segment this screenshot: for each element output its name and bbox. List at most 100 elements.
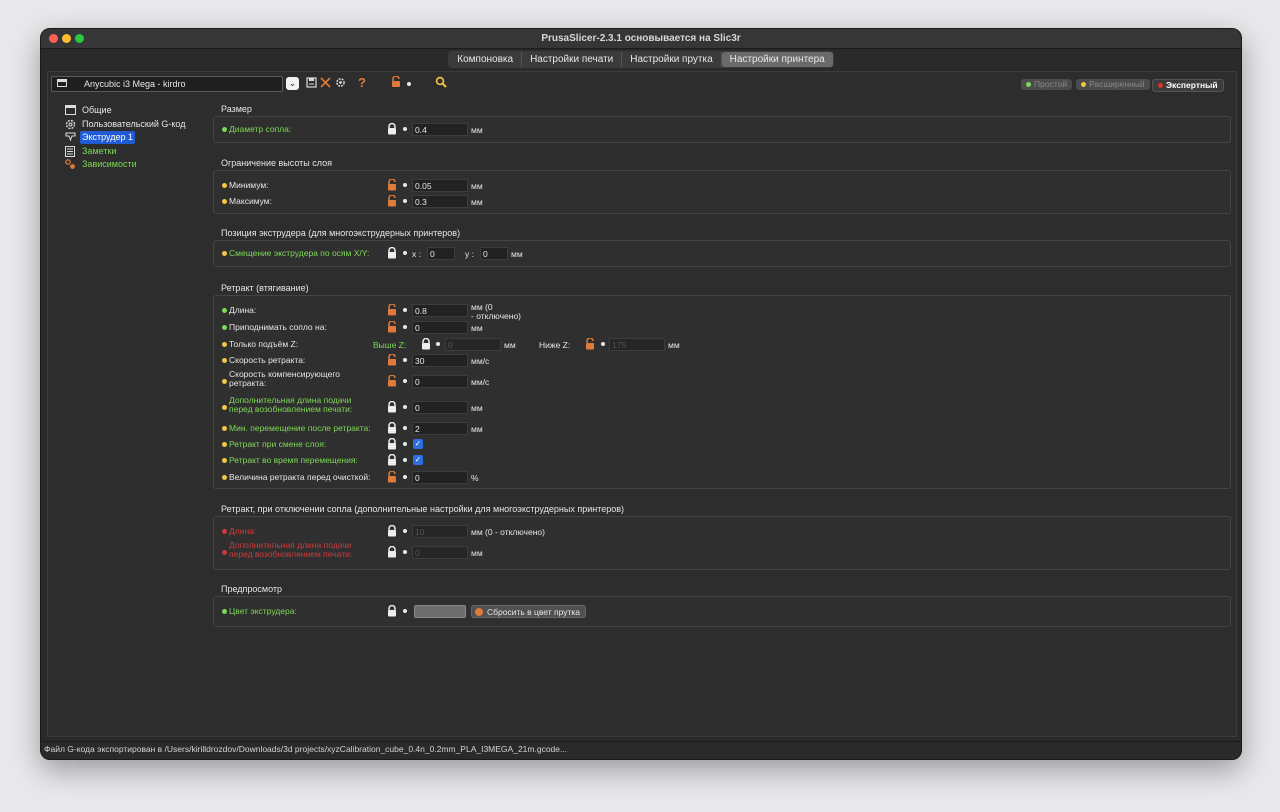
mode-simple-button[interactable]: Простой xyxy=(1021,79,1073,90)
printer-preset-select[interactable]: Anycubic i3 Mega - kirdro xyxy=(51,76,283,92)
offset-y-input[interactable]: 0 xyxy=(480,247,508,260)
search-icon[interactable] xyxy=(435,74,447,93)
tree-item-general[interactable]: Общие xyxy=(64,104,204,118)
system-value-dot-icon xyxy=(436,342,440,346)
lock-icon[interactable] xyxy=(387,453,397,467)
lock-icon[interactable] xyxy=(387,437,397,451)
unlock-icon[interactable] xyxy=(387,374,397,388)
lock-icon[interactable] xyxy=(387,524,397,538)
only-lift-z-label: Только подъём Z: xyxy=(229,339,299,349)
settings-tree: Общие Пользовательский G-код Экструдер 1… xyxy=(64,104,204,172)
retract-speed-label: Скорость ретракта: xyxy=(229,355,306,365)
lock-icon[interactable] xyxy=(387,545,397,559)
cog-icon[interactable] xyxy=(335,74,346,93)
row-retract-layer-change: Ретракт при смене слоя: ✓ xyxy=(214,437,1230,452)
tree-item-custom-gcode[interactable]: Пользовательский G-код xyxy=(64,118,204,132)
lock-icon[interactable] xyxy=(387,246,397,260)
section-box: Цвет экструдера: Сбросить в цвет прутка xyxy=(213,596,1231,627)
tree-item-extruder-1[interactable]: Экструдер 1 xyxy=(64,131,204,145)
unit-label: мм xyxy=(471,548,483,558)
mode-advanced-dot-icon xyxy=(1081,82,1086,87)
unit-label: мм (0 - отключено) xyxy=(471,527,545,537)
window-title: PrusaSlicer-2.3.1 основывается на Slic3r xyxy=(541,33,741,44)
unit-label: мм/с xyxy=(471,356,490,366)
system-value-dot-icon xyxy=(403,442,407,446)
min-travel-label: Мин. перемещение после ретракта: xyxy=(229,423,371,433)
mode-dot-icon xyxy=(222,325,227,330)
unit-note-label: - отключено) xyxy=(471,311,521,321)
lock-icon[interactable] xyxy=(387,400,397,414)
below-z-input[interactable]: 175 xyxy=(609,338,665,351)
lock-icon[interactable] xyxy=(387,421,397,435)
unlock-icon[interactable] xyxy=(391,74,401,93)
unit-label: мм xyxy=(471,323,483,333)
title-bar: PrusaSlicer-2.3.1 основывается на Slic3r xyxy=(41,29,1241,49)
mode-dot-icon xyxy=(222,609,227,614)
extruder-color-picker[interactable] xyxy=(414,605,466,618)
min-travel-input[interactable]: 2 xyxy=(412,422,468,435)
tree-item-dependencies[interactable]: Зависимости xyxy=(64,158,204,172)
section-box: Длина: 10 мм (0 - отключено) Дополнитель… xyxy=(213,516,1231,570)
section-title: Позиция экструдера (для многоэкструдерны… xyxy=(221,228,461,238)
help-icon[interactable]: ? xyxy=(358,74,366,92)
deretract-speed-input[interactable]: 0 xyxy=(412,375,468,388)
section-title: Ретракт, при отключении сопла (дополните… xyxy=(221,504,625,514)
tab-print-settings[interactable]: Настройки печати xyxy=(522,52,623,67)
offset-x-input[interactable]: 0 xyxy=(427,247,455,260)
mode-expert-button[interactable]: Экспертный xyxy=(1152,79,1224,92)
delete-preset-icon[interactable] xyxy=(320,74,331,93)
mode-advanced-button[interactable]: Расширенный xyxy=(1076,79,1150,90)
unlock-icon[interactable] xyxy=(387,470,397,484)
tree-item-notes[interactable]: Заметки xyxy=(64,145,204,159)
minimize-window-button[interactable] xyxy=(62,34,71,43)
close-window-button[interactable] xyxy=(49,34,58,43)
retract-before-wipe-input[interactable]: 0 xyxy=(412,471,468,484)
extra-length-input[interactable]: 0 xyxy=(412,401,468,414)
reset-to-filament-color-button[interactable]: Сбросить в цвет прутка xyxy=(471,605,587,618)
max-layer-height-input[interactable]: 0.3 xyxy=(412,195,468,208)
nozzle-diameter-input[interactable]: 0.4 xyxy=(412,123,468,136)
chevron-down-icon[interactable]: ⌄ xyxy=(286,77,299,90)
mode-dot-icon xyxy=(222,475,227,480)
mode-dot-icon xyxy=(222,358,227,363)
save-preset-icon[interactable] xyxy=(306,74,317,93)
extra-length-toolchange-input[interactable]: 0 xyxy=(412,546,468,559)
above-z-label: Выше Z: xyxy=(373,340,407,350)
tab-plater[interactable]: Компоновка xyxy=(449,52,523,67)
row-retract-length-toolchange: Длина: 10 мм (0 - отключено) xyxy=(214,524,1230,539)
tab-printer-settings[interactable]: Настройки принтера xyxy=(721,52,833,67)
mode-dot-icon xyxy=(222,342,227,347)
row-extra-length-toolchange: Дополнительная длина подачи перед возобн… xyxy=(214,541,1230,560)
unlock-icon[interactable] xyxy=(387,320,397,334)
reset-icon xyxy=(475,608,483,616)
retract-length-toolchange-input[interactable]: 10 xyxy=(412,525,468,538)
unlock-icon[interactable] xyxy=(585,337,595,351)
unit-label: мм xyxy=(471,424,483,434)
min-layer-height-input[interactable]: 0.05 xyxy=(412,179,468,192)
system-value-dot-icon xyxy=(403,405,407,409)
lock-icon[interactable] xyxy=(387,122,397,136)
system-value-dot-icon xyxy=(403,325,407,329)
wipe-checkbox[interactable]: ✓ xyxy=(413,455,423,465)
lock-icon[interactable] xyxy=(387,604,397,618)
system-value-dot-icon xyxy=(403,358,407,362)
unlock-icon[interactable] xyxy=(387,194,397,208)
retract-layer-change-checkbox[interactable]: ✓ xyxy=(413,439,423,449)
lock-icon[interactable] xyxy=(421,337,431,351)
mode-dot-icon xyxy=(222,458,227,463)
retract-lift-input[interactable]: 0 xyxy=(412,321,468,334)
unlock-icon[interactable] xyxy=(387,353,397,367)
tab-filament-settings[interactable]: Настройки прутка xyxy=(622,52,722,67)
retract-speed-input[interactable]: 30 xyxy=(412,354,468,367)
section-title: Предпросмотр xyxy=(221,584,283,594)
below-z-label: Ниже Z: xyxy=(539,340,571,350)
row-nozzle-diameter: Диаметр сопла: 0.4 мм xyxy=(214,122,1230,137)
retract-length-input[interactable]: 0.8 xyxy=(412,304,468,317)
row-wipe: Ретракт во время перемещения: ✓ xyxy=(214,453,1230,468)
section-title: Размер xyxy=(221,104,252,114)
mode-dot-icon xyxy=(222,183,227,188)
unlock-icon[interactable] xyxy=(387,303,397,317)
unlock-icon[interactable] xyxy=(387,178,397,192)
zoom-window-button[interactable] xyxy=(75,34,84,43)
above-z-input[interactable]: 0 xyxy=(445,338,501,351)
